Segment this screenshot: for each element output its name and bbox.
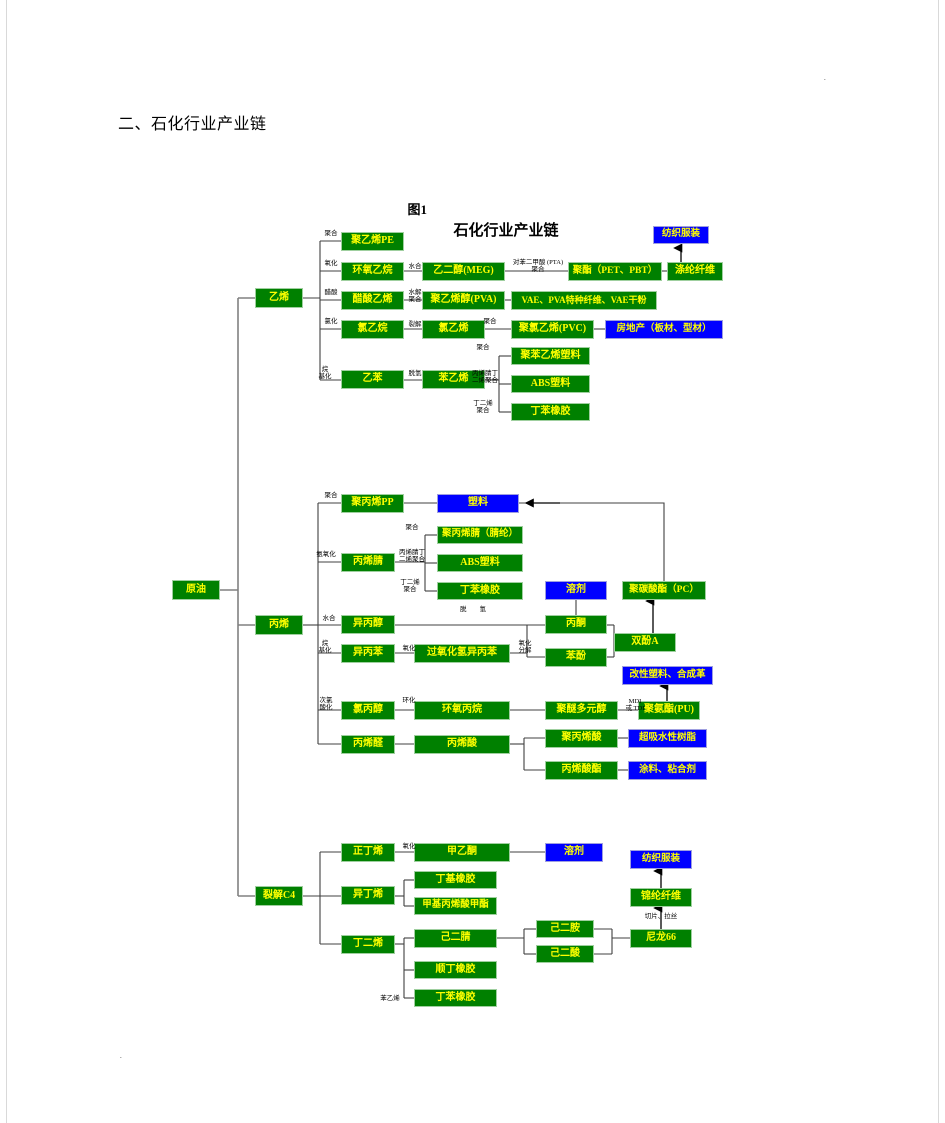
- edge-label-el-chp: 氧化: [402, 645, 416, 652]
- node-polyol: 聚醚多元醇: [545, 701, 618, 720]
- node-iir: 丁基橡胶: [414, 871, 497, 889]
- node-vcm: 氯乙烯: [422, 320, 485, 339]
- edge-label-el-styrene: 脱氢: [408, 370, 422, 377]
- node-polyester: 聚酯（PET、PBT）: [568, 262, 662, 281]
- node-textile1: 纺织服装: [653, 226, 709, 244]
- edge-label-el-vcm: 裂解: [408, 321, 422, 328]
- edge-label-el-acetone: 脱 氢: [460, 606, 486, 613]
- edge-label-el-pu: MDI 或 TDI: [625, 698, 645, 713]
- node-pp: 聚丙烯PP: [341, 494, 404, 513]
- node-crude: 原油: [172, 580, 220, 600]
- node-isobutene: 异丁烯: [341, 886, 395, 905]
- edge-label-el-phenol: 氧化 分解: [518, 640, 532, 655]
- node-pan: 聚丙烯腈（腈纶）: [437, 526, 523, 544]
- node-edc: 氯乙烷: [341, 320, 404, 339]
- node-acrolein: 丙烯醛: [341, 735, 395, 754]
- node-c4: 裂解C4: [255, 886, 303, 906]
- node-nylon66: 尼龙66: [630, 929, 692, 948]
- edge-label-el-cumene: 烷 基化: [318, 640, 332, 655]
- node-an: 丙烯腈: [341, 553, 395, 572]
- edge-label-el-mek: 氧化: [402, 843, 416, 850]
- node-ipa: 异丙醇: [341, 615, 395, 634]
- node-meg: 乙二醇(MEG): [422, 262, 505, 281]
- node-aa: 丙烯酸: [414, 735, 510, 754]
- node-br: 顺丁橡胶: [414, 961, 497, 979]
- node-realestate: 房地产（板材、型材）: [605, 320, 723, 339]
- node-hmda: 己二胺: [536, 920, 594, 938]
- node-sbr1: 丁苯橡胶: [511, 403, 590, 421]
- edge-label-el-eo: 氧化: [324, 260, 338, 267]
- node-ethylene: 乙烯: [255, 288, 303, 308]
- node-mek: 甲乙酮: [414, 843, 510, 862]
- node-bpa: 双酚A: [614, 633, 676, 652]
- edge-label-el-pan: 聚合: [405, 524, 419, 531]
- node-pc: 聚碳酸酯（PC）: [622, 581, 706, 600]
- node-modplastic: 改性塑料、合成革: [622, 666, 713, 685]
- node-po: 环氧丙烷: [414, 701, 510, 720]
- edge-label-el-sbr2: 丁二烯 聚合: [400, 579, 420, 594]
- edge-label-el-ps: 聚合: [476, 344, 490, 351]
- edge-label-el-sbr1: 丁二烯 聚合: [473, 400, 493, 415]
- node-sbr2: 丁苯橡胶: [437, 582, 523, 600]
- node-adn: 己二腈: [414, 929, 497, 948]
- edge-label-el-abs2: 丙烯腈丁 二烯聚合: [399, 549, 425, 564]
- node-pva: 聚乙烯醇(PVA): [422, 291, 505, 310]
- edge-label-el-meg: 水合: [408, 263, 422, 270]
- edge-label-el-chloro: 次氯 酸化: [319, 697, 333, 712]
- node-sap: 超吸水性树脂: [628, 729, 707, 748]
- node-textile2: 纺织服装: [630, 850, 692, 869]
- edge-label-el-pp: 聚合: [324, 492, 338, 499]
- node-nylonfiber: 锦纶纤维: [630, 888, 692, 907]
- node-solvent1: 溶剂: [545, 581, 607, 600]
- edge-label-el-pva: 水解 聚合: [408, 289, 422, 304]
- edge-label-el-edc: 氯化: [324, 318, 338, 325]
- node-plastic1: 塑料: [437, 494, 519, 513]
- node-vae: VAE、PVA特种纤维、VAE干粉: [511, 291, 657, 310]
- node-propylene: 丙烯: [255, 615, 303, 635]
- node-abs1: ABS塑料: [511, 375, 590, 393]
- node-paa: 聚丙烯酸: [545, 729, 618, 748]
- node-cumene: 异丙苯: [341, 644, 395, 663]
- node-acetone: 丙酮: [545, 615, 607, 634]
- node-ps: 聚苯乙烯塑料: [511, 347, 590, 365]
- node-pvc: 聚氯乙烯(PVC): [511, 320, 594, 339]
- node-pe: 聚乙烯PE: [341, 232, 404, 251]
- node-eo: 环氧乙烷: [341, 262, 404, 281]
- edge-label-el-sbr3: 苯乙烯: [380, 995, 400, 1002]
- node-coating: 涂料、粘合剂: [628, 761, 707, 780]
- node-nbutene: 正丁烯: [341, 843, 395, 862]
- edge-label-el-slice: 切片、拉丝: [644, 913, 678, 920]
- edge-label-el-ipa: 水合: [322, 615, 336, 622]
- node-eb: 乙苯: [341, 370, 404, 389]
- edge-label-el-pe: 聚合: [324, 230, 338, 237]
- edge-label-el-vac: 醋酸: [324, 289, 338, 296]
- edge-label-el-abs1: 丙烯腈丁 二烯聚合: [472, 370, 498, 385]
- node-aester: 丙烯酸酯: [545, 761, 618, 780]
- node-abs2: ABS塑料: [437, 554, 523, 572]
- edge-label-el-po: 环化: [402, 697, 416, 704]
- edge-label-el-pta: 对苯二甲酸 (PTA) 聚合: [512, 259, 564, 274]
- node-solvent2: 溶剂: [545, 843, 603, 862]
- node-pet_fiber: 涤纶纤维: [667, 262, 723, 281]
- node-adipic: 己二酸: [536, 945, 594, 963]
- node-mma: 甲基丙烯酸甲酯: [414, 897, 497, 915]
- edge-label-el-eb: 烷 基化: [318, 366, 332, 381]
- node-sbr3: 丁苯橡胶: [414, 989, 497, 1007]
- edge-label-el-pvc: 聚合: [483, 318, 497, 325]
- node-chp: 过氧化氢异丙苯: [414, 644, 510, 663]
- node-chlorohyd: 氯丙醇: [341, 701, 395, 720]
- node-phenol: 苯酚: [545, 648, 607, 667]
- industry-chain-diagram: 原油 乙烯 聚乙烯PE 环氧乙烷 乙二醇(MEG) 聚酯（PET、PBT） 涤纶纤维 纺织服装…: [0, 0, 945, 1123]
- node-butadiene: 丁二烯: [341, 935, 395, 954]
- node-vac: 醋酸乙烯: [341, 291, 404, 310]
- edge-label-el-an: 氨氧化: [316, 551, 336, 558]
